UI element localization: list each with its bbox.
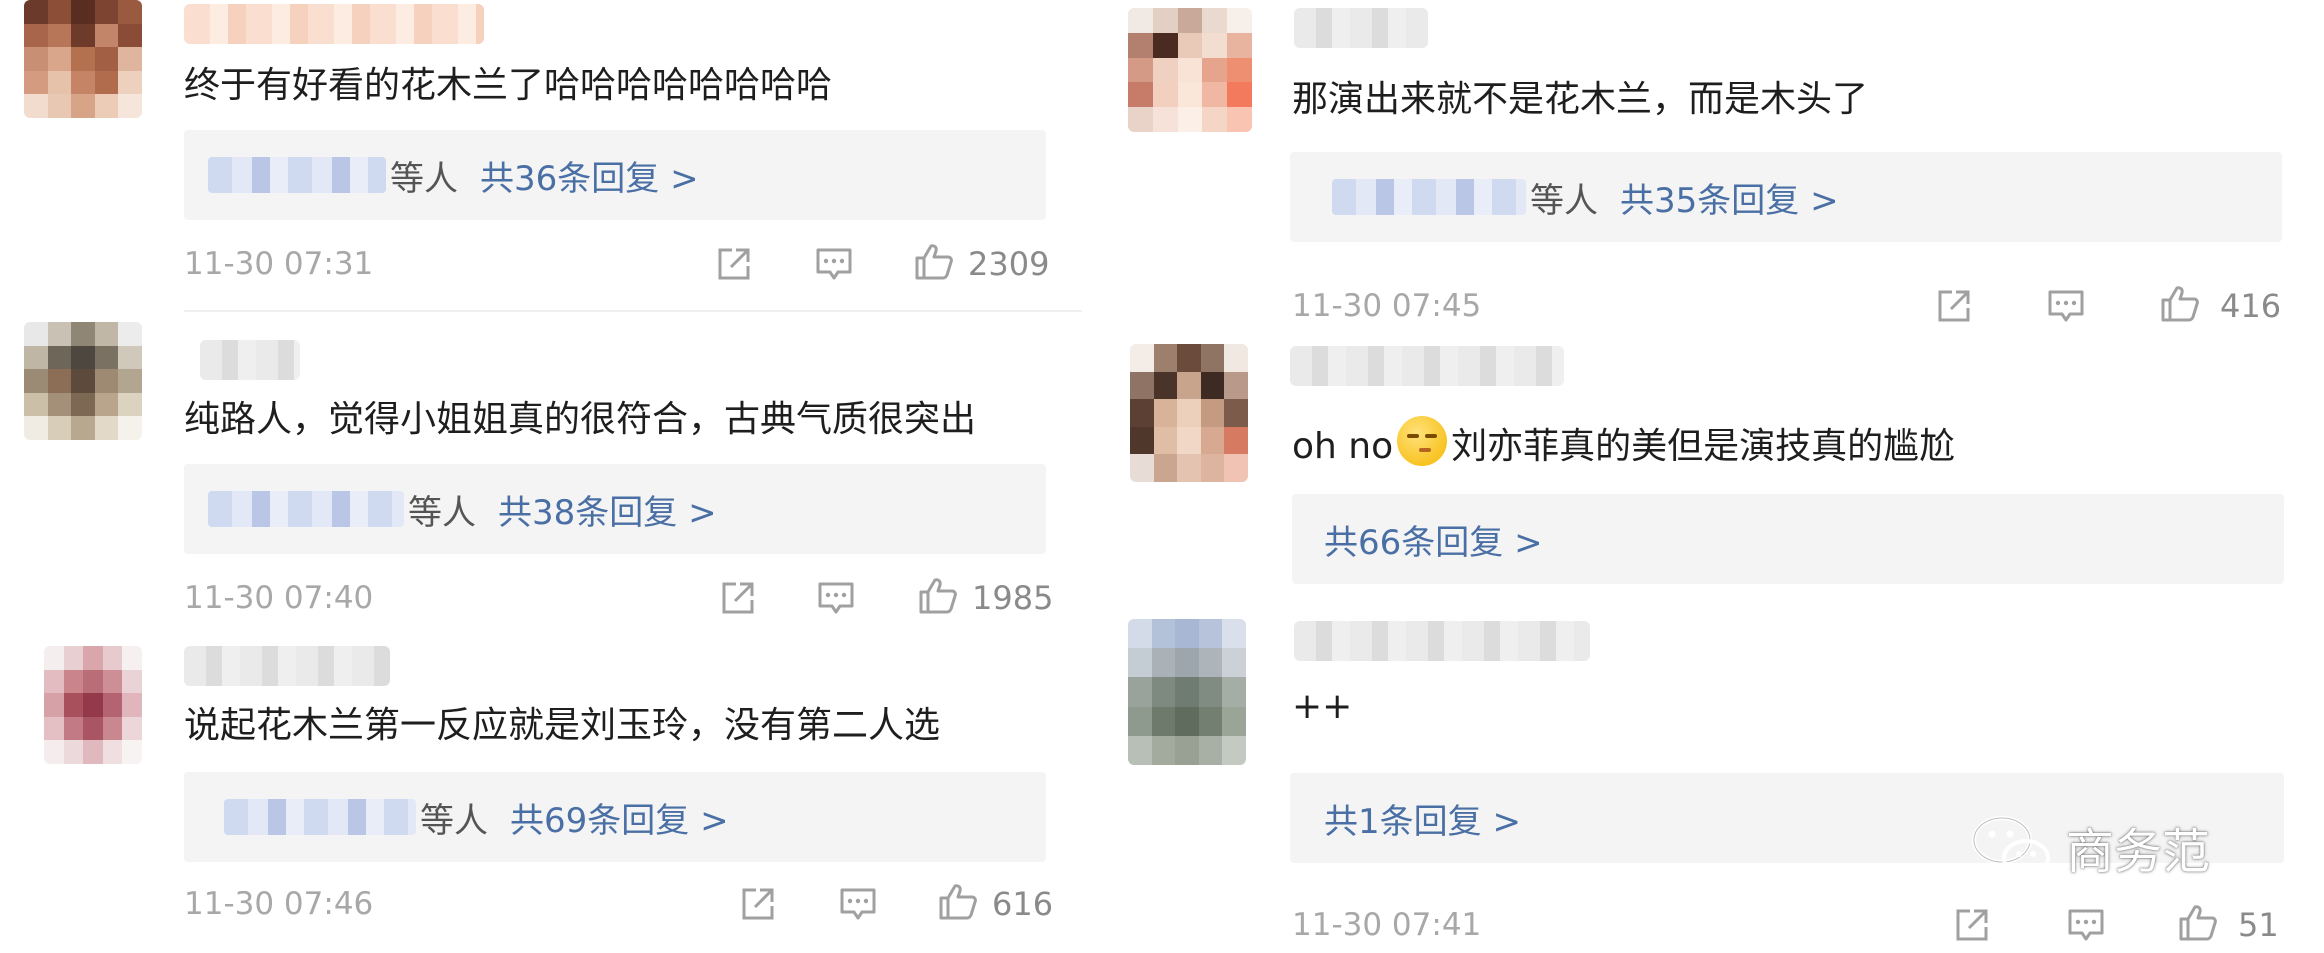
reply-count-link[interactable]: 共1条回复 > [1324, 794, 1521, 843]
thumbs-up-icon[interactable] [2158, 282, 2202, 326]
timestamp: 11-30 07:40 [184, 580, 374, 616]
share-icon[interactable] [736, 882, 780, 926]
wechat-logo-icon [1972, 816, 2050, 877]
comment-text: oh no 刘亦菲真的美但是演技真的尴尬 [1292, 416, 1955, 471]
username-blurred[interactable] [1294, 621, 1590, 661]
comment-icon[interactable] [814, 576, 858, 620]
replies-summary[interactable]: 等人 共35条回复 > [1290, 152, 2282, 242]
username-blurred[interactable] [1290, 346, 1564, 386]
reply-usernames-blurred [208, 157, 386, 193]
replies-summary[interactable]: 共66条回复 > [1292, 494, 2284, 584]
comment-item: oh no 刘亦菲真的美但是演技真的尴尬 共66条回复 > [1098, 340, 2324, 615]
share-icon[interactable] [1950, 903, 1994, 947]
comment-item: 说起花木兰第一反应就是刘玉玲，没有第二人选 等人 共69条回复 > 11-30 … [0, 638, 1082, 953]
comment-text: ++ [1292, 686, 1353, 727]
comment-column-left: 终于有好看的花木兰了哈哈哈哈哈哈哈哈 等人 共36条回复 > 11-30 07:… [0, 0, 1082, 953]
avatar[interactable] [24, 0, 142, 118]
comment-item: ++ 共1条回复 > 11-30 07:41 51 [1098, 615, 2324, 953]
reply-usernames-blurred [224, 799, 416, 835]
timestamp: 11-30 07:41 [1292, 907, 1482, 943]
comment-text: 纯路人，觉得小姐姐真的很符合，古典气质很突出 [184, 399, 977, 440]
avatar[interactable] [1128, 8, 1252, 132]
replies-summary[interactable]: 等人 共69条回复 > [184, 772, 1046, 862]
username-blurred[interactable] [200, 340, 300, 380]
reply-count-link[interactable]: 共69条回复 > [510, 793, 729, 842]
reply-suffix: 等人 [408, 492, 476, 533]
thumbs-up-icon[interactable] [936, 880, 980, 924]
share-icon[interactable] [712, 242, 756, 286]
watermark-text: 商务范 [2066, 824, 2211, 880]
reply-suffix: 等人 [420, 800, 488, 841]
comment-icon[interactable] [836, 882, 880, 926]
comment-icon[interactable] [2044, 284, 2088, 328]
reply-count-link[interactable]: 共38条回复 > [498, 485, 717, 534]
reply-suffix: 等人 [390, 158, 458, 199]
like-count: 616 [992, 885, 1054, 923]
replies-summary[interactable]: 等人 共38条回复 > [184, 464, 1046, 554]
like-count: 51 [2238, 906, 2279, 944]
reply-count-link[interactable]: 共36条回复 > [480, 151, 699, 200]
username-blurred[interactable] [184, 646, 390, 686]
comment-icon[interactable] [2064, 903, 2108, 947]
comment-item: 纯路人，觉得小姐姐真的很符合，古典气质很突出 等人 共38条回复 > 11-30… [0, 318, 1082, 638]
comment-text: 那演出来就不是花木兰，而是木头了 [1292, 79, 1869, 120]
comment-text-prefix: oh no [1292, 426, 1394, 467]
replies-summary[interactable]: 等人 共36条回复 > [184, 130, 1046, 220]
reply-usernames-blurred [1332, 179, 1526, 215]
comment-text: 说起花木兰第一反应就是刘玉玲，没有第二人选 [184, 705, 941, 746]
like-count: 416 [2220, 287, 2282, 325]
comment-text: 终于有好看的花木兰了哈哈哈哈哈哈哈哈 [184, 65, 833, 106]
comment-text-suffix: 刘亦菲真的美但是演技真的尴尬 [1451, 426, 1956, 467]
reply-count-link[interactable]: 共35条回复 > [1620, 173, 1839, 222]
like-count: 2309 [968, 245, 1050, 283]
thumbs-up-icon[interactable] [2176, 901, 2220, 945]
comment-column-right: 那演出来就不是花木兰，而是木头了 等人 共35条回复 > 11-30 07:45… [1098, 0, 2324, 953]
reply-count-link[interactable]: 共66条回复 > [1324, 515, 1543, 564]
avatar[interactable] [44, 646, 142, 764]
watermark: 商务范 [1970, 812, 2210, 882]
username-blurred[interactable] [184, 4, 484, 44]
username-blurred[interactable] [1294, 8, 1428, 48]
timestamp: 11-30 07:45 [1292, 288, 1482, 324]
avatar[interactable] [1130, 344, 1248, 482]
avatar[interactable] [1128, 619, 1246, 765]
timestamp: 11-30 07:31 [184, 246, 374, 282]
comment-icon[interactable] [812, 242, 856, 286]
comment-item: 终于有好看的花木兰了哈哈哈哈哈哈哈哈 等人 共36条回复 > 11-30 07:… [0, 0, 1082, 315]
reply-usernames-blurred [208, 491, 404, 527]
smirk-emoji-icon [1397, 416, 1448, 466]
thumbs-up-icon[interactable] [912, 240, 956, 284]
like-count: 1985 [972, 579, 1054, 617]
comment-item: 那演出来就不是花木兰，而是木头了 等人 共35条回复 > 11-30 07:45… [1098, 0, 2324, 340]
share-icon[interactable] [716, 576, 760, 620]
thumbs-up-icon[interactable] [916, 574, 960, 618]
avatar[interactable] [24, 322, 142, 440]
timestamp: 11-30 07:46 [184, 886, 374, 922]
reply-suffix: 等人 [1530, 180, 1598, 221]
divider [184, 310, 1082, 312]
share-icon[interactable] [1932, 284, 1976, 328]
